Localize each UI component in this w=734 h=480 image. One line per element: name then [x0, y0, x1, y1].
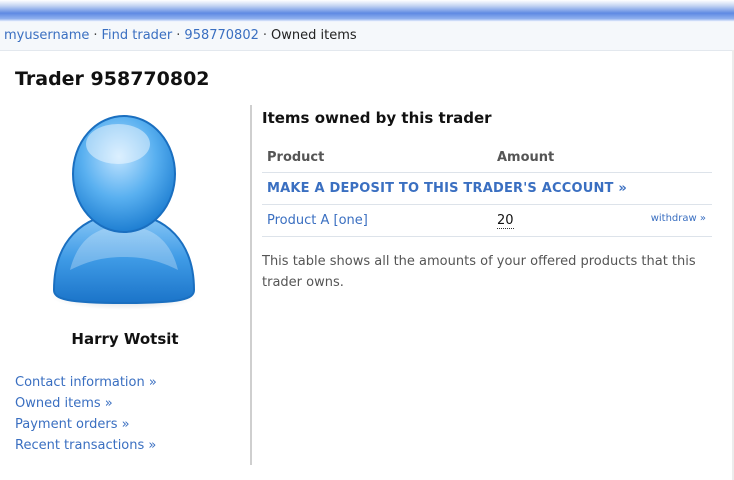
- page-title: Trader 958770802: [15, 68, 210, 90]
- breadcrumb-home-link[interactable]: myusername: [4, 28, 89, 43]
- sidebar-item: Owned items »: [15, 393, 157, 414]
- breadcrumb-current: Owned items: [271, 28, 357, 43]
- breadcrumb-separator: ·: [93, 28, 98, 43]
- main-content: Items owned by this trader Product Amoun…: [262, 106, 712, 293]
- sidebar-divider: [250, 105, 252, 465]
- top-gradient-bar: [0, 0, 734, 22]
- sidebar-nav: Contact information » Owned items » Paym…: [15, 372, 157, 456]
- sidebar-item: Recent transactions »: [15, 435, 157, 456]
- breadcrumb-separator: ·: [176, 28, 181, 43]
- trader-name: Harry Wotsit: [71, 330, 179, 348]
- breadcrumb: myusername · Find trader · 958770802 · Owned i…: [0, 22, 734, 51]
- breadcrumb-trader-link[interactable]: 958770802: [184, 28, 258, 43]
- amount-value: 20: [497, 213, 514, 229]
- product-cell: Product A [one]: [262, 204, 492, 237]
- owned-items-link[interactable]: Owned items »: [15, 396, 113, 411]
- sidebar-item: Payment orders »: [15, 414, 157, 435]
- breadcrumb-find-trader-link[interactable]: Find trader: [102, 28, 173, 43]
- table-description: This table shows all the amounts of your…: [262, 254, 696, 290]
- deposit-row: MAKE A DEPOSIT TO THIS TRADER'S ACCOUNT …: [262, 172, 712, 205]
- section-title: Items owned by this trader: [262, 109, 492, 127]
- table-row: Product A [one] 20 withdraw »: [262, 204, 712, 237]
- contact-information-link[interactable]: Contact information »: [15, 375, 157, 390]
- column-header-product: Product: [262, 142, 492, 173]
- owned-items-table: Product Amount MAKE A DEPOSIT TO THIS TR…: [262, 142, 712, 237]
- user-silhouette-icon: [48, 110, 200, 312]
- breadcrumb-separator: ·: [262, 28, 268, 43]
- sidebar-item: Contact information »: [15, 372, 157, 393]
- withdraw-link[interactable]: withdraw »: [651, 213, 706, 224]
- column-header-amount: Amount: [492, 142, 712, 173]
- product-link[interactable]: Product A [one]: [267, 213, 368, 228]
- recent-transactions-link[interactable]: Recent transactions »: [15, 438, 156, 453]
- payment-orders-link[interactable]: Payment orders »: [15, 417, 130, 432]
- deposit-cell: MAKE A DEPOSIT TO THIS TRADER'S ACCOUNT …: [262, 172, 712, 205]
- amount-cell: 20 withdraw »: [492, 204, 712, 237]
- table-header-row: Product Amount: [262, 142, 712, 173]
- make-deposit-link[interactable]: MAKE A DEPOSIT TO THIS TRADER'S ACCOUNT …: [267, 181, 627, 196]
